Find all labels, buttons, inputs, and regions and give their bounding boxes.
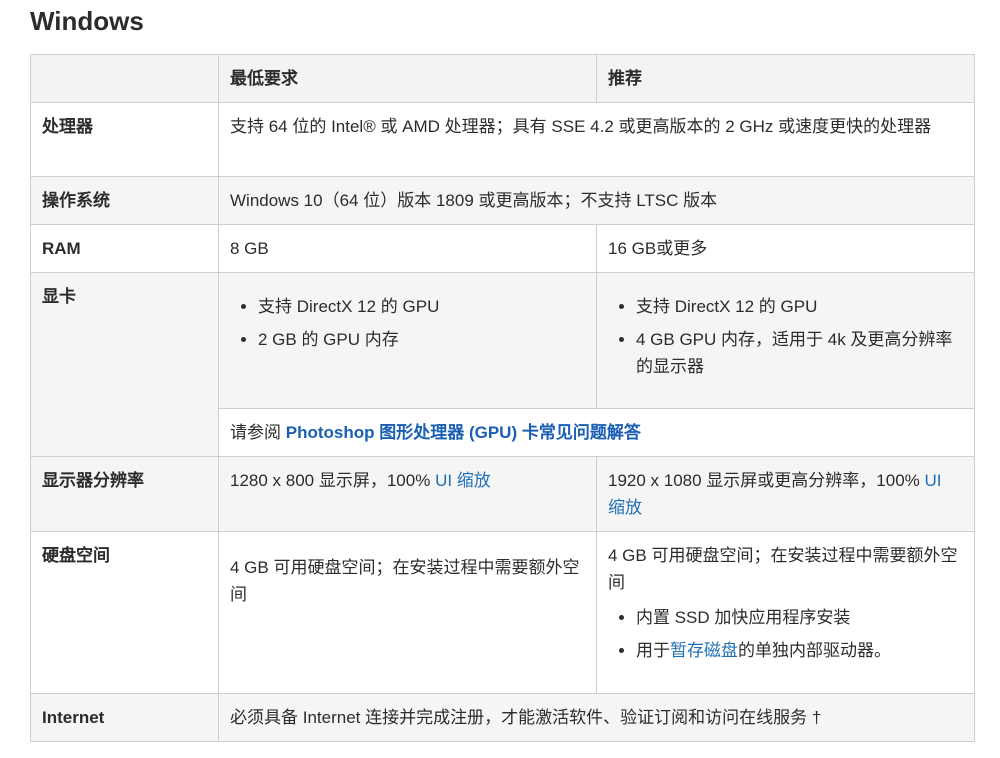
table-row-display: 显示器分辨率 1280 x 800 显示屏，100% UI 缩放 1920 x … xyxy=(30,456,975,532)
display-rec-text: 1920 x 1080 显示屏或更高分辨率，100% xyxy=(608,471,925,490)
row-label-cpu: 处理器 xyxy=(30,102,219,177)
table-row-ram: RAM 8 GB 16 GB或更多 xyxy=(30,224,975,273)
list-item: 支持 DirectX 12 的 GPU xyxy=(636,293,963,320)
header-blank xyxy=(30,54,219,103)
disk-min: 4 GB 可用硬盘空间；在安装过程中需要额外空间 xyxy=(218,531,597,694)
gpu-rec: 支持 DirectX 12 的 GPU 4 GB GPU 内存，适用于 4k 及… xyxy=(596,272,975,409)
disk-rec-text: 4 GB 可用硬盘空间；在安装过程中需要额外空间 xyxy=(608,546,958,592)
display-min: 1280 x 800 显示屏，100% UI 缩放 xyxy=(218,456,597,532)
table-row-cpu: 处理器 支持 64 位的 Intel® 或 AMD 处理器；具有 SSE 4.2… xyxy=(30,102,975,177)
table-header-row: 最低要求 推荐 xyxy=(30,54,975,103)
gpu-faq-prefix: 请参阅 xyxy=(230,423,286,442)
row-label-gpu: 显卡 xyxy=(30,272,219,457)
disk-item-prefix: 用于 xyxy=(636,641,670,660)
list-item: 内置 SSD 加快应用程序安装 xyxy=(636,604,963,631)
gpu-min-list: 支持 DirectX 12 的 GPU 2 GB 的 GPU 内存 xyxy=(230,293,585,353)
row-label-os: 操作系统 xyxy=(30,176,219,225)
gpu-rec-list: 支持 DirectX 12 的 GPU 4 GB GPU 内存，适用于 4k 及… xyxy=(608,293,963,380)
header-minimum: 最低要求 xyxy=(218,54,597,103)
ram-rec: 16 GB或更多 xyxy=(596,224,975,273)
disk-item-suffix: 的单独内部驱动器。 xyxy=(738,641,891,660)
gpu-faq-link[interactable]: Photoshop 图形处理器 (GPU) 卡常见问题解答 xyxy=(286,423,641,442)
list-item: 2 GB 的 GPU 内存 xyxy=(258,326,585,353)
table-row-os: 操作系统 Windows 10（64 位）版本 1809 或更高版本；不支持 L… xyxy=(30,176,975,225)
row-label-display: 显示器分辨率 xyxy=(30,456,219,532)
header-recommended: 推荐 xyxy=(596,54,975,103)
table-row-gpu: 显卡 支持 DirectX 12 的 GPU 2 GB 的 GPU 内存 支持 … xyxy=(30,272,975,457)
ram-min: 8 GB xyxy=(218,224,597,273)
row-label-disk: 硬盘空间 xyxy=(30,531,219,694)
list-item: 用于暂存磁盘的单独内部驱动器。 xyxy=(636,637,963,664)
list-item: 支持 DirectX 12 的 GPU xyxy=(258,293,585,320)
table-row-disk: 硬盘空间 4 GB 可用硬盘空间；在安装过程中需要额外空间 4 GB 可用硬盘空… xyxy=(30,531,975,694)
gpu-min: 支持 DirectX 12 的 GPU 2 GB 的 GPU 内存 xyxy=(218,272,597,409)
ui-scaling-link[interactable]: UI 缩放 xyxy=(435,471,491,490)
row-label-internet: Internet xyxy=(30,693,219,742)
page-title: Windows xyxy=(30,6,144,36)
os-value: Windows 10（64 位）版本 1809 或更高版本；不支持 LTSC 版… xyxy=(218,176,975,225)
system-requirements-table: 最低要求 推荐 处理器 支持 64 位的 Intel® 或 AMD 处理器；具有… xyxy=(30,54,975,742)
disk-rec: 4 GB 可用硬盘空间；在安装过程中需要额外空间 内置 SSD 加快应用程序安装… xyxy=(596,531,975,694)
cpu-value: 支持 64 位的 Intel® 或 AMD 处理器；具有 SSE 4.2 或更高… xyxy=(218,102,975,177)
list-item: 4 GB GPU 内存，适用于 4k 及更高分辨率的显示器 xyxy=(636,326,963,380)
row-label-ram: RAM xyxy=(30,224,219,273)
table-row-internet: Internet 必须具备 Internet 连接并完成注册，才能激活软件、验证… xyxy=(30,693,975,742)
disk-rec-list: 内置 SSD 加快应用程序安装 用于暂存磁盘的单独内部驱动器。 xyxy=(608,604,963,664)
scratch-disk-link[interactable]: 暂存磁盘 xyxy=(670,641,738,660)
internet-value: 必须具备 Internet 连接并完成注册，才能激活软件、验证订阅和访问在线服务… xyxy=(218,693,975,742)
display-rec: 1920 x 1080 显示屏或更高分辨率，100% UI 缩放 xyxy=(596,456,975,532)
display-min-text: 1280 x 800 显示屏，100% xyxy=(230,471,436,490)
gpu-faq-cell: 请参阅 Photoshop 图形处理器 (GPU) 卡常见问题解答 xyxy=(218,408,975,457)
